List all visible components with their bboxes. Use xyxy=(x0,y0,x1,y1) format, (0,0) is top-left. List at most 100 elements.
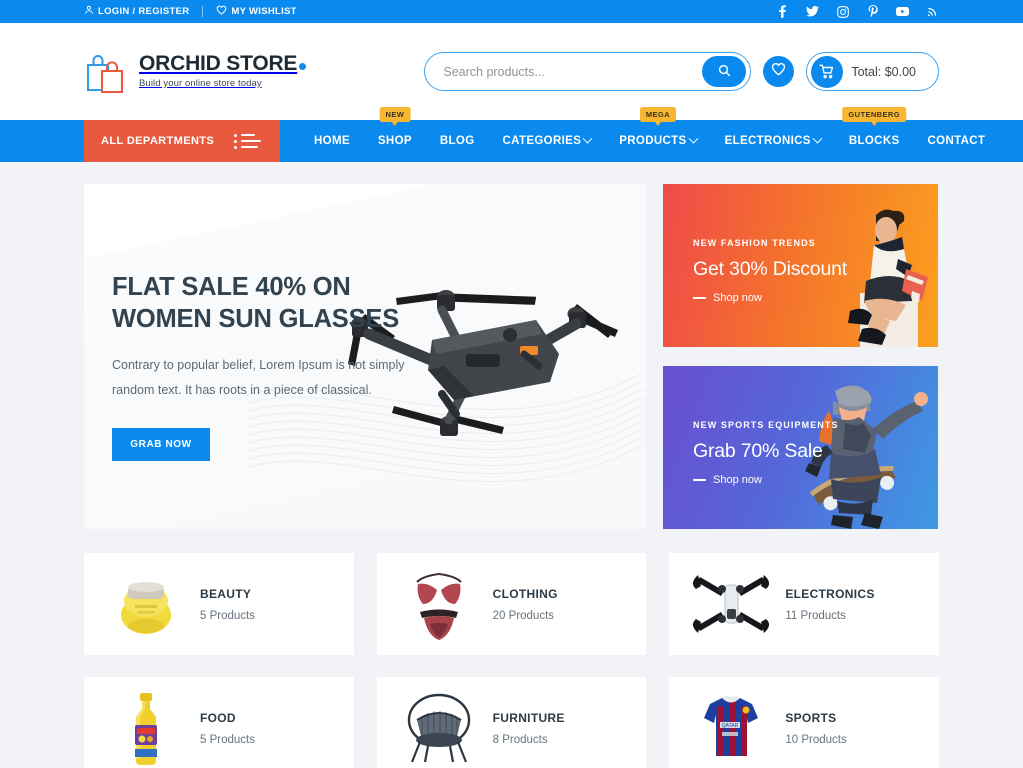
nav-item-label: BLOCKS xyxy=(848,135,900,147)
nav-item-label: CATEGORIES xyxy=(502,135,582,147)
nav-item-home[interactable]: HOME xyxy=(300,120,364,162)
header-actions: Total: $0.00 xyxy=(424,52,939,91)
category-grid: BEAUTY 5 Products CLOTHING 20 Products ELECT… xyxy=(84,553,939,768)
site-logo[interactable]: ORCHID STORE Build your online store tod… xyxy=(84,51,307,93)
category-product-count: 8 Products xyxy=(492,733,548,746)
category-info: SPORTS 10 Products xyxy=(785,711,846,746)
nav-item-contact[interactable]: CONTACT xyxy=(914,120,1000,162)
nav-item-shop[interactable]: NEW SHOP xyxy=(364,107,426,162)
category-product-count: 20 Products xyxy=(492,609,555,622)
promo-shop-now-link[interactable]: Shop now xyxy=(693,474,839,486)
oil-bottle-photo xyxy=(102,689,190,767)
chevron-down-icon xyxy=(812,133,823,144)
category-product-count: 5 Products xyxy=(200,733,255,746)
hero-title: FLAT SALE 40% ON WOMEN SUN GLASSES xyxy=(112,273,400,333)
category-info: ELECTRONICS 11 Products xyxy=(785,587,874,622)
promo-fashion-text: NEW FASHION TRENDS Get 30% Discount Shop… xyxy=(693,238,847,304)
category-card[interactable]: CLOTHING 20 Products xyxy=(376,553,647,655)
promo-shop-now-link[interactable]: Shop now xyxy=(693,292,847,304)
login-register-link[interactable]: LOGIN / REGISTER xyxy=(84,5,202,18)
promo-kicker: NEW SPORTS EQUIPMENTS xyxy=(693,420,839,430)
category-info: FURNITURE 8 Products xyxy=(493,711,565,746)
promo-link-label: Shop now xyxy=(713,292,762,304)
jersey-photo: QATAR xyxy=(687,689,775,767)
promo-kicker: NEW FASHION TRENDS xyxy=(693,238,816,248)
heart-icon xyxy=(216,5,227,18)
hero-text: FLAT SALE 40% ON WOMEN SUN GLASSES Contr… xyxy=(112,272,442,461)
promo-title: Get 30% Discount xyxy=(693,258,847,280)
list-menu-icon xyxy=(234,133,261,149)
cart-icon xyxy=(811,55,844,88)
search-input[interactable] xyxy=(443,64,703,79)
product-search[interactable] xyxy=(424,52,752,91)
instagram-icon[interactable] xyxy=(836,5,849,18)
nav-item-blocks[interactable]: GUTENBERG BLOCKS xyxy=(835,107,914,162)
logo-title-row: ORCHID STORE xyxy=(139,53,307,74)
category-card[interactable]: FOOD 5 Products xyxy=(84,677,354,768)
grab-now-button[interactable]: GRAB NOW xyxy=(112,427,210,461)
promo-title: Grab 70% Sale xyxy=(693,440,823,462)
person-icon xyxy=(84,5,94,18)
svg-text:QATAR: QATAR xyxy=(722,723,739,729)
wishlist-button[interactable] xyxy=(763,56,795,87)
category-name: FURNITURE xyxy=(492,710,565,725)
nav-badge: MEGA xyxy=(639,107,676,125)
nav-item-label: CONTACT xyxy=(927,135,986,147)
nav-badge: GUTENBERG xyxy=(842,107,906,125)
facebook-icon[interactable] xyxy=(776,5,789,18)
category-card[interactable]: FURNITURE 8 Products xyxy=(376,677,647,768)
chair-photo xyxy=(395,689,483,767)
nav-item-label: BLOG xyxy=(439,135,475,147)
promo-banner-sports[interactable]: NEW SPORTS EQUIPMENTS Grab 70% Sale Shop… xyxy=(663,366,938,529)
chevron-down-icon xyxy=(688,133,699,144)
category-info: CLOTHING 20 Products xyxy=(493,587,558,622)
nav-item-label: HOME xyxy=(314,135,350,147)
hero-slider[interactable]: FLAT SALE 40% ON WOMEN SUN GLASSES Contr… xyxy=(84,184,646,529)
promo-link-label: Shop now xyxy=(713,474,762,486)
category-name: FOOD xyxy=(200,710,236,725)
category-info: BEAUTY 5 Products xyxy=(200,587,255,622)
category-info: FOOD 5 Products xyxy=(200,711,255,746)
nav-item-products[interactable]: MEGA PRODUCTS xyxy=(605,107,710,162)
category-name: ELECTRONICS xyxy=(785,586,875,601)
bikini-photo xyxy=(395,565,483,643)
main-content: FLAT SALE 40% ON WOMEN SUN GLASSES Contr… xyxy=(0,162,1023,529)
search-button[interactable] xyxy=(702,56,747,87)
category-product-count: 5 Products xyxy=(200,609,255,622)
pinterest-icon[interactable] xyxy=(866,5,879,18)
rss-icon[interactable] xyxy=(926,5,939,18)
category-card[interactable]: BEAUTY 5 Products xyxy=(84,553,354,655)
social-links xyxy=(776,5,939,18)
nav-item-blog[interactable]: BLOG xyxy=(426,120,489,162)
nav-menu: HOME NEW SHOP BLOG CATEGORIES MEGA PRODUCTS ELE… xyxy=(300,107,1000,162)
top-bar-links: LOGIN / REGISTER MY WISHLIST xyxy=(84,5,310,18)
nav-item-label: ELECTRONICS xyxy=(724,135,811,147)
category-card[interactable]: ELECTRONICS 11 Products xyxy=(669,553,939,655)
site-header: ORCHID STORE Build your online store tod… xyxy=(0,23,1023,120)
heart-icon xyxy=(771,62,786,81)
dash-icon xyxy=(693,297,706,299)
nav-item-categories[interactable]: CATEGORIES xyxy=(489,120,606,162)
promo-banner-fashion[interactable]: NEW FASHION TRENDS Get 30% Discount Shop… xyxy=(663,184,938,347)
shopping-bags-logo-icon xyxy=(84,51,130,93)
nav-badge: NEW xyxy=(379,107,411,125)
twitter-icon[interactable] xyxy=(806,5,819,18)
my-wishlist-label: MY WISHLIST xyxy=(231,6,297,17)
logo-tagline: Build your online store today xyxy=(139,78,262,89)
nav-item-label: PRODUCTS xyxy=(619,135,687,147)
category-name: BEAUTY xyxy=(200,586,252,601)
all-departments-button[interactable]: ALL DEPARTMENTS xyxy=(84,120,280,162)
drone-photo xyxy=(687,565,775,643)
main-navigation: ALL DEPARTMENTS HOME NEW SHOP BLOG CATEGORIE… xyxy=(0,107,1023,162)
category-card[interactable]: QATAR SPORTS 10 Products xyxy=(669,677,939,768)
hero-subtitle: Contrary to popular belief, Lorem Ipsum … xyxy=(112,358,405,397)
my-wishlist-link[interactable]: MY WISHLIST xyxy=(203,5,309,18)
youtube-icon[interactable] xyxy=(896,5,909,18)
cart-button[interactable]: Total: $0.00 xyxy=(806,52,939,91)
top-bar: LOGIN / REGISTER MY WISHLIST xyxy=(0,0,1023,23)
nav-item-electronics[interactable]: ELECTRONICS xyxy=(711,120,835,162)
category-product-count: 11 Products xyxy=(785,609,846,622)
cart-total-label: Total: $0.00 xyxy=(851,64,916,79)
category-name: SPORTS xyxy=(785,710,837,725)
all-departments-label: ALL DEPARTMENTS xyxy=(101,135,215,147)
